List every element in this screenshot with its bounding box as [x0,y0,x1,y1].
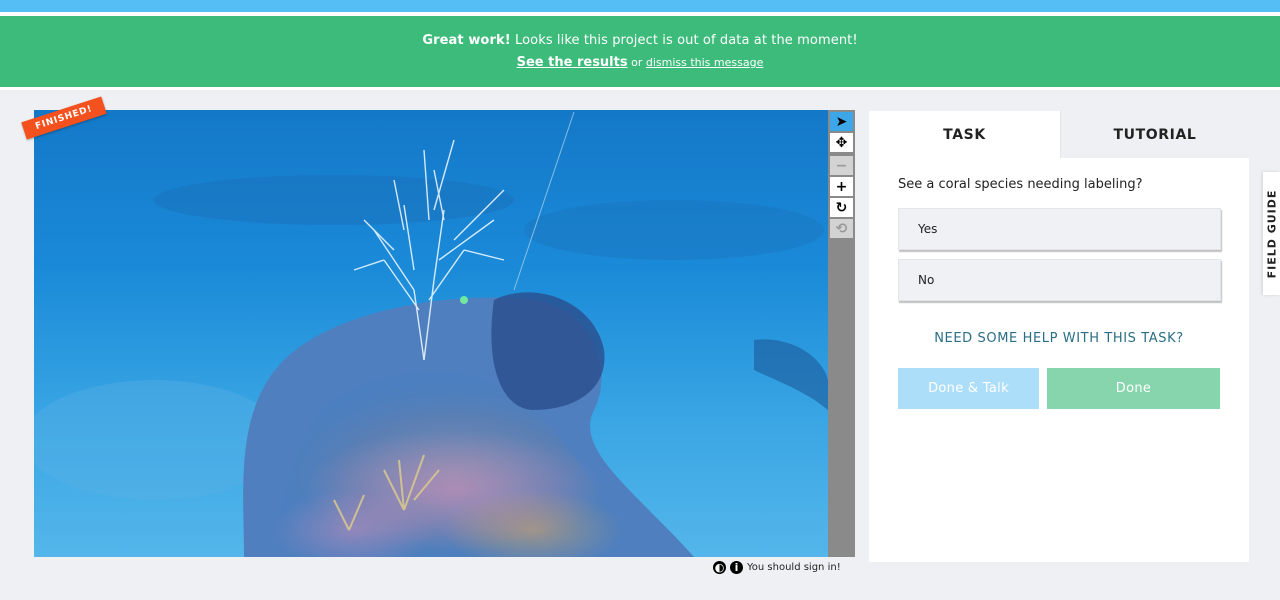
done-button[interactable]: Done [1047,368,1220,409]
reset-icon[interactable]: ⟲ [830,219,853,238]
task-panel: TASK TUTORIAL See a coral species needin… [869,111,1249,562]
banner-links: See the results or dismiss this message [0,55,1280,70]
see-results-link[interactable]: See the results [517,55,628,70]
plus-icon[interactable]: + [830,177,853,196]
banner-bottom-divider [0,87,1280,90]
top-accent-bar [0,0,1280,12]
subject-image[interactable] [34,110,828,557]
tab-tutorial[interactable]: TUTORIAL [1060,111,1249,158]
field-guide-tab[interactable]: FIELD GUIDE [1263,172,1280,295]
done-and-talk-button[interactable]: Done & Talk [898,368,1039,409]
viewer-toolbar: ➤ ✥ − + ↻ ⟲ [828,110,855,557]
task-help-link[interactable]: NEED SOME HELP WITH THIS TASK? [869,331,1249,346]
tab-task[interactable]: TASK [869,111,1060,158]
underwater-scene [34,110,828,557]
move-icon[interactable]: ✥ [830,133,853,152]
sign-in-prompt: You should sign in! [747,561,841,573]
banner-strong: Great work! [422,33,511,48]
answer-yes-button[interactable]: Yes [898,208,1221,250]
field-guide-label: FIELD GUIDE [1265,189,1278,278]
info-icon[interactable]: i [730,560,743,574]
viewer-footer: ◐ i You should sign in! [713,559,841,575]
cursor-icon[interactable]: ➤ [830,112,853,131]
minus-icon[interactable]: − [830,156,853,175]
contrast-icon[interactable]: ◐ [713,560,726,574]
rotate-icon[interactable]: ↻ [830,198,853,217]
banner-text: Looks like this project is out of data a… [510,33,858,48]
dismiss-message-link[interactable]: dismiss this message [646,56,764,69]
task-question: See a coral species needing labeling? [898,177,1143,192]
banner-or: or [627,56,646,69]
banner-message: Great work! Looks like this project is o… [0,33,1280,48]
project-finished-banner: Great work! Looks like this project is o… [0,16,1280,87]
answer-no-button[interactable]: No [898,259,1221,301]
